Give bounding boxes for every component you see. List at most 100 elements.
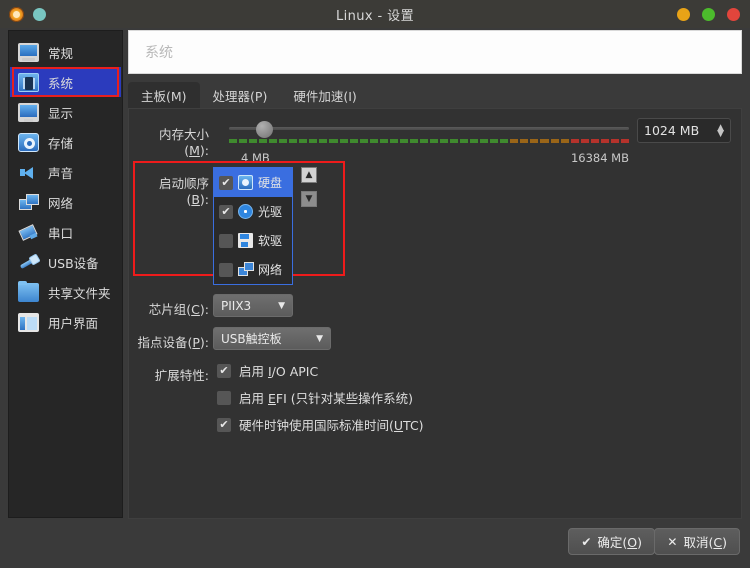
slider-tick-scale [229, 139, 629, 144]
tab-label: 硬件加速(I) [293, 88, 357, 104]
sidebar-item-display[interactable]: 显示 [10, 97, 121, 127]
pointing-device-select[interactable]: USB触控板 ▼ [213, 327, 331, 350]
tab-motherboard[interactable]: 主板(M) [128, 82, 200, 108]
close-icon: ✕ [667, 534, 678, 549]
list-item[interactable]: 光驱 [214, 197, 292, 226]
boot-item-checkbox[interactable] [219, 233, 233, 248]
pointing-device-value: USB触控板 [221, 332, 282, 346]
chevron-down-icon[interactable]: ▼ [717, 129, 724, 138]
spinner-arrows[interactable]: ▲ ▼ [717, 123, 724, 138]
sidebar-item-serial-ports[interactable]: 串口 [10, 217, 121, 247]
list-item-label: 软驱 [258, 234, 283, 248]
list-item[interactable]: 软驱 [214, 226, 292, 255]
sidebar-item-storage[interactable]: 存储 [10, 127, 121, 157]
sidebar-item-audio[interactable]: 声音 [10, 157, 121, 187]
tab-acceleration[interactable]: 硬件加速(I) [280, 82, 369, 108]
slider-tick [600, 139, 609, 143]
slider-tick [550, 139, 559, 143]
slider-tick [259, 139, 268, 143]
chip-icon [18, 72, 39, 92]
slider-tick [419, 139, 428, 143]
slider-tick [570, 139, 579, 143]
maximize-button[interactable] [702, 7, 715, 21]
slider-tick [520, 139, 529, 143]
slider-handle[interactable] [255, 121, 273, 138]
memory-max-label: 16384 MB [570, 151, 629, 165]
checkbox-indicator[interactable] [217, 417, 231, 432]
slider-groove [229, 127, 629, 130]
slider-tick [309, 139, 318, 143]
sidebar-item-network[interactable]: 网络 [10, 187, 121, 217]
cancel-button-label: 取消(C) [683, 535, 727, 550]
slider-tick [319, 139, 328, 143]
sidebar-item-system[interactable]: 系统 [10, 67, 121, 97]
slider-tick [269, 139, 278, 143]
chipset-select[interactable]: PIIX3 ▼ [213, 294, 293, 317]
chevron-down-icon: ▼ [316, 333, 323, 344]
checkbox-efi[interactable]: 启用 EFI (只针对某些操作系统) [217, 388, 413, 407]
checkbox-utc[interactable]: 硬件时钟使用国际标准时间(UTC) [217, 415, 424, 434]
slider-tick [620, 139, 629, 143]
close-button[interactable] [727, 7, 740, 21]
cancel-button[interactable]: ✕ 取消(C) [654, 528, 740, 555]
list-item[interactable]: 网络 [214, 255, 292, 284]
boot-item-checkbox[interactable] [219, 175, 233, 190]
dialog-footer: ✔ 确定(O) ✕ 取消(C) [0, 518, 750, 568]
slider-tick [580, 139, 589, 143]
list-item[interactable]: 硬盘 [214, 168, 292, 197]
move-down-button[interactable]: ▼ [301, 191, 317, 207]
minimize-button[interactable] [677, 7, 690, 21]
chipset-label: 芯片组(C): [148, 302, 209, 317]
slider-tick [239, 139, 248, 143]
speaker-icon [18, 163, 39, 182]
slider-tick [329, 139, 338, 143]
title-bar: Linux - 设置 [0, 0, 750, 28]
check-icon: ✔ [581, 534, 592, 549]
slider-tick [530, 139, 539, 143]
memory-size-value: 1024 MB [644, 123, 700, 138]
ok-button[interactable]: ✔ 确定(O) [568, 528, 655, 555]
list-item-label: 光驱 [258, 205, 283, 219]
slider-tick [379, 139, 388, 143]
slider-tick [339, 139, 348, 143]
memory-size-input[interactable]: 1024 MB ▲ ▼ [637, 118, 731, 143]
display-icon [18, 102, 39, 122]
boot-item-checkbox[interactable] [219, 204, 233, 219]
sidebar-item-label: 系统 [48, 75, 74, 91]
sidebar-item-general[interactable]: 常规 [10, 37, 121, 67]
boot-order-list[interactable]: 硬盘 光驱 软驱 网络 [213, 167, 293, 285]
move-up-button[interactable]: ▲ [301, 167, 317, 183]
checkbox-indicator[interactable] [217, 363, 231, 378]
tab-content-motherboard: 内存大小(M): 4 MB 16384 MB 1024 MB ▲ ▼ 启动顺序(… [128, 108, 742, 519]
memory-min-label: 4 MB [241, 151, 270, 165]
sidebar-item-label: 共享文件夹 [48, 285, 111, 301]
checkbox-io-apic[interactable]: 启用 I/O APIC [217, 361, 318, 380]
tab-bar: 主板(M) 处理器(P) 硬件加速(I) [128, 81, 742, 108]
boot-order-controls: ▲ ▼ [301, 167, 319, 215]
tab-processor[interactable]: 处理器(P) [200, 82, 281, 108]
sidebar-item-shared-folders[interactable]: 共享文件夹 [10, 277, 121, 307]
list-item-label: 网络 [258, 263, 283, 277]
slider-tick [409, 139, 418, 143]
usb-icon [18, 253, 39, 272]
slider-tick [249, 139, 258, 143]
checkbox-indicator[interactable] [217, 390, 231, 405]
sidebar-item-usb[interactable]: USB设备 [10, 247, 121, 277]
network-icon [238, 262, 254, 277]
checkbox-label: 硬件时钟使用国际标准时间(UTC) [239, 418, 424, 433]
sidebar-item-label: 用户界面 [48, 315, 99, 331]
slider-tick [279, 139, 288, 143]
slider-tick [369, 139, 378, 143]
slider-tick [399, 139, 408, 143]
slider-tick [590, 139, 599, 143]
sidebar-item-label: 声音 [48, 165, 74, 181]
boot-item-checkbox[interactable] [219, 262, 233, 277]
extended-features-label: 扩展特性: [154, 368, 209, 383]
settings-window: Linux - 设置 常规 系统 显示 存储 声音 网络 串口 USB设备 共享… [0, 0, 750, 568]
settings-sidebar: 常规 系统 显示 存储 声音 网络 串口 USB设备 共享文件夹 用户界面 [8, 30, 123, 518]
sidebar-item-user-interface[interactable]: 用户界面 [10, 307, 121, 337]
sidebar-item-label: 串口 [48, 225, 74, 241]
arrow-up-icon: ▲ [305, 169, 313, 180]
harddisk-icon [238, 175, 253, 190]
slider-tick [439, 139, 449, 143]
